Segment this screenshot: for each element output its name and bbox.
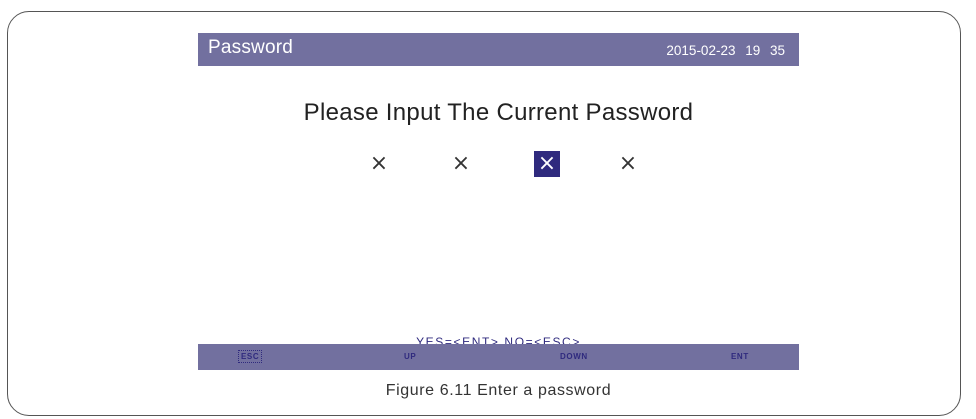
softkey-bar: ESC UP DOWN ENT — [198, 344, 799, 370]
password-digit-4[interactable]: × — [615, 151, 641, 177]
screen-title: Password — [208, 37, 294, 58]
password-digit-2[interactable]: × — [448, 151, 474, 177]
figure-caption: Figure 6.11 Enter a password — [385, 382, 612, 399]
title-bar: Password 2015-02-23 19 35 — [198, 33, 799, 66]
down-button[interactable]: DOWN — [560, 352, 588, 361]
inverter-lcd-screen: Password 2015-02-23 19 35 Please Input T… — [198, 33, 799, 370]
date-time: 2015-02-23 19 35 — [666, 43, 785, 58]
esc-button[interactable]: ESC — [238, 350, 263, 363]
up-button[interactable]: UP — [404, 352, 416, 361]
password-digit-1[interactable]: × — [366, 151, 392, 177]
enter-button[interactable]: ENT — [731, 352, 749, 361]
password-prompt: Please Input The Current Password — [303, 99, 694, 126]
password-digit-3-selected[interactable]: × — [534, 151, 560, 177]
